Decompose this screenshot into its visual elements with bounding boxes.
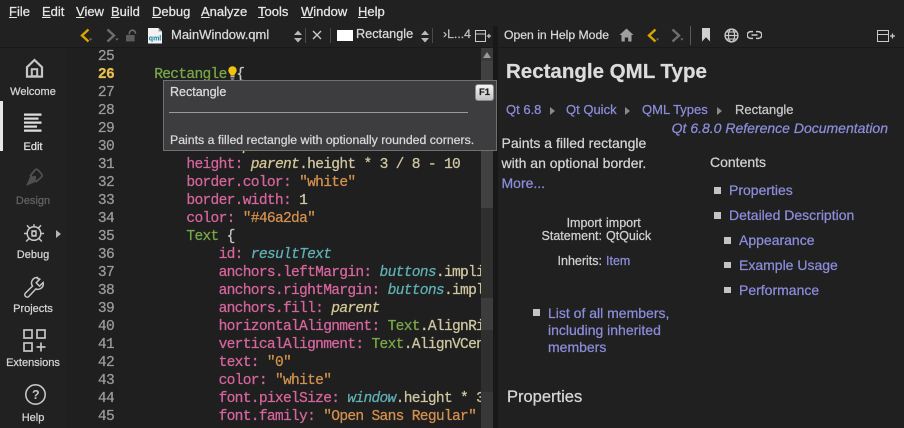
svg-text:qml: qml bbox=[149, 36, 162, 43]
svg-text:?: ? bbox=[32, 388, 40, 402]
